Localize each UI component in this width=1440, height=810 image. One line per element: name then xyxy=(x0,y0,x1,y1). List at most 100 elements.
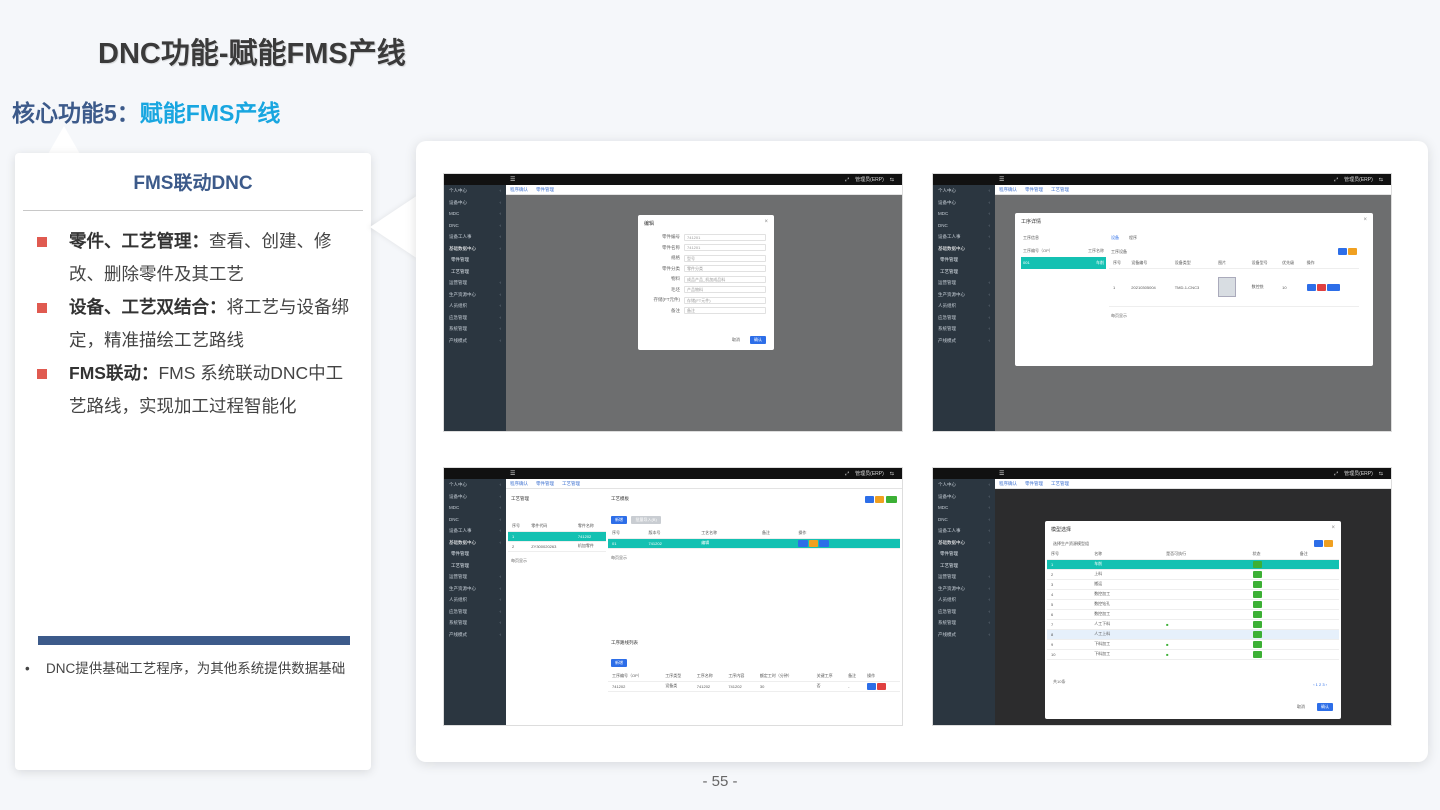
sidebar-item[interactable]: 产线模式 xyxy=(933,629,995,641)
part-name-field[interactable]: 741201 xyxy=(684,244,766,252)
sidebar-item[interactable]: DNC xyxy=(444,220,506,232)
table-row[interactable]: 10 下料加工 ■ xyxy=(1047,649,1339,660)
part-number-field[interactable]: 741201 xyxy=(684,233,766,241)
reset-button[interactable] xyxy=(1347,248,1357,255)
batch-import-button[interactable]: 批量导入(B) xyxy=(631,516,661,524)
sidebar-subitem[interactable]: 零件管理 xyxy=(444,254,506,266)
sidebar-item[interactable]: 运营管理 xyxy=(933,277,995,289)
menu-icon[interactable]: ☰ xyxy=(999,470,1004,477)
table-row[interactable]: 2 上料 xyxy=(1047,569,1339,580)
tab-device[interactable]: 设备 xyxy=(1111,235,1119,241)
sidebar-item[interactable]: MDC xyxy=(933,208,995,220)
tab[interactable]: 程序确认 xyxy=(510,481,528,487)
remark-field[interactable]: 备注 xyxy=(684,307,766,315)
sidebar-subitem[interactable]: 工艺管理 xyxy=(933,266,995,278)
sidebar-item[interactable]: 设备中心 xyxy=(933,491,995,503)
sidebar-item[interactable]: 人员组织 xyxy=(444,300,506,312)
sidebar-item[interactable]: 生产资源中心 xyxy=(444,289,506,301)
tab[interactable]: 工艺管理 xyxy=(1051,481,1069,487)
sidebar-item[interactable]: 人员组织 xyxy=(444,594,506,606)
tab[interactable]: 程序确认 xyxy=(999,187,1017,193)
logout-icon[interactable]: ⇆ xyxy=(1379,471,1383,477)
sidebar-item[interactable]: 生产资源中心 xyxy=(933,583,995,595)
pagination[interactable]: ‹ 1 2 3 › xyxy=(1313,682,1327,687)
sidebar-item[interactable]: 应急管理 xyxy=(444,606,506,618)
tab-program[interactable]: 程序 xyxy=(1129,235,1137,241)
sidebar-item[interactable]: 设备中心 xyxy=(444,197,506,209)
logout-icon[interactable]: ⇆ xyxy=(890,177,894,183)
close-icon[interactable]: × xyxy=(1363,217,1367,223)
tab[interactable]: 工艺管理 xyxy=(1051,187,1069,193)
fullscreen-icon[interactable]: ⤢ xyxy=(1334,471,1338,477)
reset-button[interactable] xyxy=(1323,540,1333,547)
sidebar-item[interactable]: 人员组织 xyxy=(933,594,995,606)
tab[interactable]: 零件管理 xyxy=(536,187,554,193)
sidebar-item[interactable]: 基础数据中心 xyxy=(444,537,506,549)
program-button[interactable] xyxy=(1327,283,1340,291)
sidebar-item[interactable]: DNC xyxy=(933,220,995,232)
sidebar-subitem[interactable]: 零件管理 xyxy=(444,548,506,560)
sidebar-item[interactable]: 产线模式 xyxy=(933,335,995,347)
sidebar-subitem[interactable]: 零件管理 xyxy=(933,548,995,560)
sidebar-item[interactable]: 产线模式 xyxy=(444,629,506,641)
sidebar-item[interactable]: 基础数据中心 xyxy=(444,243,506,255)
sidebar-item[interactable]: 基础数据中心 xyxy=(933,537,995,549)
add-route-button[interactable]: 新增 xyxy=(611,659,627,667)
user-label[interactable]: 管理员(ERP) xyxy=(1344,176,1373,183)
sidebar-item[interactable]: MDC xyxy=(444,208,506,220)
sidebar-item[interactable]: 应急管理 xyxy=(933,606,995,618)
close-icon[interactable]: × xyxy=(1331,525,1335,531)
close-icon[interactable]: × xyxy=(764,219,768,225)
table-row[interactable]: 8 人工上料 xyxy=(1047,629,1339,640)
sidebar-item[interactable]: 应急管理 xyxy=(444,312,506,324)
query-button[interactable] xyxy=(1337,248,1347,255)
table-row[interactable]: 741202 设备类 741202 741202 30 否 - xyxy=(608,681,900,692)
sidebar-item[interactable]: DNC xyxy=(933,514,995,526)
sidebar-item[interactable]: 系统管理 xyxy=(444,617,506,629)
table-row[interactable]: 7 人工下料 ■ xyxy=(1047,619,1339,630)
tab[interactable]: 零件管理 xyxy=(536,481,554,487)
query-button[interactable] xyxy=(864,496,874,503)
sidebar-item[interactable]: 系统管理 xyxy=(444,323,506,335)
cancel-button[interactable]: 取消 xyxy=(1293,703,1309,711)
sidebar-item[interactable]: 设备中心 xyxy=(933,197,995,209)
blank-field[interactable]: 产品物料 xyxy=(684,286,766,294)
table-row[interactable]: 1 车削 xyxy=(1047,559,1339,570)
table-row[interactable]: 1 20210305004 TMD-1-CNC3 数控铣 10 xyxy=(1109,268,1359,307)
sidebar-item[interactable]: 设备工人事 xyxy=(444,525,506,537)
edit-button[interactable] xyxy=(1306,283,1316,291)
category-field[interactable]: 零件分类 xyxy=(684,265,766,273)
logout-icon[interactable]: ⇆ xyxy=(890,471,894,477)
sidebar-item[interactable]: 生产资源中心 xyxy=(444,583,506,595)
user-label[interactable]: 管理员(ERP) xyxy=(1344,470,1373,477)
confirm-button[interactable]: 确认 xyxy=(1317,703,1333,711)
table-row[interactable]: 01 741202 编辑 xyxy=(608,538,900,549)
user-label[interactable]: 管理员(ERP) xyxy=(855,176,884,183)
sidebar-item[interactable]: 设备工人事 xyxy=(933,525,995,537)
tab[interactable]: 工艺管理 xyxy=(562,481,580,487)
fullscreen-icon[interactable]: ⤢ xyxy=(1334,177,1338,183)
sidebar-item[interactable]: 运营管理 xyxy=(444,277,506,289)
user-label[interactable]: 管理员(ERP) xyxy=(855,470,884,477)
table-row[interactable]: 2 ZY300020263 机加零件 xyxy=(508,541,606,552)
table-row[interactable]: 4 数控加工 xyxy=(1047,589,1339,600)
copy-button[interactable] xyxy=(808,539,818,547)
confirm-button[interactable]: 确认 xyxy=(750,336,766,344)
sidebar-item[interactable]: 人员组织 xyxy=(933,300,995,312)
table-row[interactable]: 6 数控加工 xyxy=(1047,609,1339,620)
fullscreen-icon[interactable]: ⤢ xyxy=(845,471,849,477)
edit-button[interactable] xyxy=(798,539,808,547)
storage-field[interactable]: 存储(FT元件) xyxy=(684,296,766,304)
table-row[interactable]: 5 数控钻孔 xyxy=(1047,599,1339,610)
sidebar-subitem[interactable]: 工艺管理 xyxy=(444,266,506,278)
sidebar-subitem[interactable]: 工艺管理 xyxy=(933,560,995,572)
export-button[interactable] xyxy=(885,496,897,503)
tab[interactable]: 程序确认 xyxy=(510,187,528,193)
sidebar-item[interactable]: 个人中心 xyxy=(444,185,506,197)
reset-button[interactable] xyxy=(875,496,885,503)
sidebar-item[interactable]: 系统管理 xyxy=(933,323,995,335)
sidebar-item[interactable]: DNC xyxy=(444,514,506,526)
sidebar-item[interactable]: 系统管理 xyxy=(933,617,995,629)
edit-button[interactable] xyxy=(867,682,877,690)
process-row[interactable]: 001 车削 xyxy=(1021,257,1106,269)
